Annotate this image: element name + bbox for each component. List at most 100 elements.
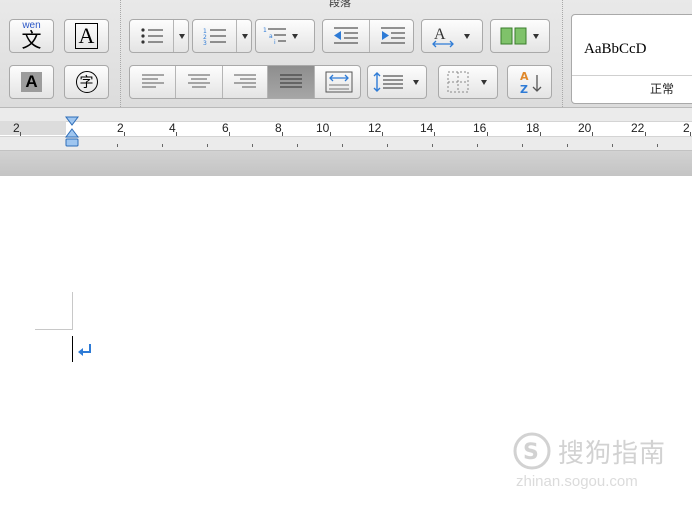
character-shading-button[interactable]: A bbox=[9, 65, 54, 99]
ruler-tick-label: 16 bbox=[473, 121, 487, 135]
char-shading-letter: A bbox=[21, 72, 42, 92]
style-name-label: 正常 bbox=[572, 75, 692, 101]
ruler-tick-mark bbox=[124, 132, 125, 136]
phonetic-guide-button[interactable]: wen 文 bbox=[9, 19, 54, 53]
ruler-tick-mark bbox=[540, 132, 541, 136]
ruler-tick-mark bbox=[592, 132, 593, 136]
align-left-icon[interactable] bbox=[130, 66, 175, 98]
margin-crop-mark-vertical bbox=[72, 292, 73, 330]
text-direction-button[interactable]: A bbox=[421, 19, 483, 53]
sort-button[interactable]: AZ bbox=[507, 65, 552, 99]
increase-indent-icon[interactable] bbox=[369, 20, 413, 52]
ruler-minor-tick bbox=[117, 144, 118, 147]
svg-text:i: i bbox=[274, 39, 276, 46]
enclose-char: 字 bbox=[75, 71, 98, 93]
text-cursor bbox=[72, 336, 73, 362]
ruler-minor-tick bbox=[207, 144, 208, 147]
sort-icon[interactable]: AZ bbox=[508, 66, 551, 98]
ruler-tick-mark bbox=[690, 132, 691, 136]
indent-buttons[interactable] bbox=[322, 19, 414, 53]
ruler-tick-mark bbox=[229, 132, 230, 136]
justify-icon[interactable] bbox=[267, 66, 314, 98]
borders-icon[interactable] bbox=[439, 66, 497, 98]
line-spacing-icon[interactable] bbox=[368, 66, 426, 98]
ruler-tick-mark bbox=[382, 132, 383, 136]
ruler-minor-tick bbox=[387, 144, 388, 147]
enclose-character-button[interactable]: 字 bbox=[64, 65, 109, 99]
ruler-tick-label: 20 bbox=[578, 121, 592, 135]
phonetic-main-char: 文 bbox=[21, 28, 42, 52]
ruler-tick-label: 14 bbox=[420, 121, 434, 135]
ruler-minor-tick bbox=[432, 144, 433, 147]
decrease-indent-icon[interactable] bbox=[323, 20, 369, 52]
bullets-dropdown-chevron-icon[interactable] bbox=[173, 20, 188, 52]
bullet-list-icon[interactable] bbox=[130, 20, 173, 52]
ruler-tick-mark bbox=[330, 132, 331, 136]
paragraph-group-separator bbox=[562, 0, 564, 107]
ruler-tick-label: 2 bbox=[13, 121, 20, 135]
ruler-tick-mark bbox=[20, 132, 21, 136]
numbered-list-icon[interactable]: 123 bbox=[193, 20, 236, 52]
margin-crop-mark-horizontal bbox=[35, 329, 73, 330]
watermark-url: zhinan.sogou.com bbox=[516, 473, 638, 490]
ruler-tick-mark bbox=[434, 132, 435, 136]
ruler-tick-mark bbox=[645, 132, 646, 136]
ruler-minor-tick bbox=[612, 144, 613, 147]
columns-button[interactable] bbox=[490, 19, 550, 53]
document-page[interactable]: S 搜狗指南 zhinan.sogou.com bbox=[0, 176, 692, 517]
sogou-logo-icon: S bbox=[513, 432, 551, 470]
svg-text:A: A bbox=[434, 26, 446, 43]
line-spacing-button[interactable] bbox=[367, 65, 427, 99]
character-border-button[interactable]: A bbox=[64, 19, 109, 53]
ruler-tick-label: 10 bbox=[316, 121, 330, 135]
ruler-tick-label: 2 bbox=[683, 121, 690, 135]
ruler-tick-label: 18 bbox=[526, 121, 540, 135]
paragraph-group-label: 段落 bbox=[329, 0, 351, 9]
ruler-tick-label: 22 bbox=[631, 121, 645, 135]
ruler-minor-tick bbox=[162, 144, 163, 147]
page-gap bbox=[0, 151, 692, 176]
ruler-tick-label: 8 bbox=[275, 121, 282, 135]
ruler-minor-tick bbox=[297, 144, 298, 147]
watermark-brand-cn: 搜狗指南 bbox=[558, 438, 667, 468]
ruler-minor-tick bbox=[477, 144, 478, 147]
watermark: S 搜狗指南 zhinan.sogou.com bbox=[512, 431, 682, 501]
numbering-dropdown-chevron-icon[interactable] bbox=[236, 20, 251, 52]
ruler-minor-tick bbox=[342, 144, 343, 147]
ruler-tick-label: 2 bbox=[117, 121, 124, 135]
columns-icon[interactable] bbox=[491, 20, 549, 52]
svg-text:1: 1 bbox=[263, 27, 267, 34]
numbering-button[interactable]: 123 bbox=[192, 19, 252, 53]
font-group-separator bbox=[120, 0, 122, 107]
char-border-letter: A bbox=[74, 23, 99, 49]
text-direction-icon[interactable]: A bbox=[422, 20, 482, 52]
ruler-tick-mark bbox=[487, 132, 488, 136]
ruler-minor-tick bbox=[252, 144, 253, 147]
align-center-icon[interactable] bbox=[175, 66, 222, 98]
ruler-minor-tick bbox=[567, 144, 568, 147]
alignment-buttons[interactable] bbox=[129, 65, 361, 99]
multilevel-list-icon[interactable]: 1ai bbox=[256, 20, 314, 52]
first-line-indent-marker-icon[interactable] bbox=[64, 116, 80, 148]
svg-text:S: S bbox=[523, 440, 539, 465]
svg-text:a: a bbox=[269, 33, 273, 40]
bullets-button[interactable] bbox=[129, 19, 189, 53]
ruler-tick-label: 6 bbox=[222, 121, 229, 135]
multilevel-list-button[interactable]: 1ai bbox=[255, 19, 315, 53]
svg-text:Z: Z bbox=[520, 83, 528, 95]
ruler-tick-label: 4 bbox=[169, 121, 176, 135]
ruler-tick-label: 12 bbox=[368, 121, 382, 135]
borders-button[interactable] bbox=[438, 65, 498, 99]
svg-text:3: 3 bbox=[203, 40, 207, 45]
style-preview-text: AaBbCcD bbox=[584, 41, 647, 57]
ruler-tick-mark bbox=[282, 132, 283, 136]
style-gallery-normal[interactable]: AaBbCcD 正常 bbox=[571, 14, 692, 104]
ruler-tick-mark bbox=[176, 132, 177, 136]
ruler-minor-tick bbox=[657, 144, 658, 147]
paragraph-mark-icon bbox=[78, 344, 91, 356]
distributed-align-icon[interactable] bbox=[314, 66, 360, 98]
align-right-icon[interactable] bbox=[222, 66, 267, 98]
svg-text:A: A bbox=[520, 70, 529, 83]
ruler-minor-tick bbox=[522, 144, 523, 147]
horizontal-ruler[interactable]: 2 2 4 6 8 10 12 14 16 18 20 22 2 bbox=[0, 108, 692, 151]
